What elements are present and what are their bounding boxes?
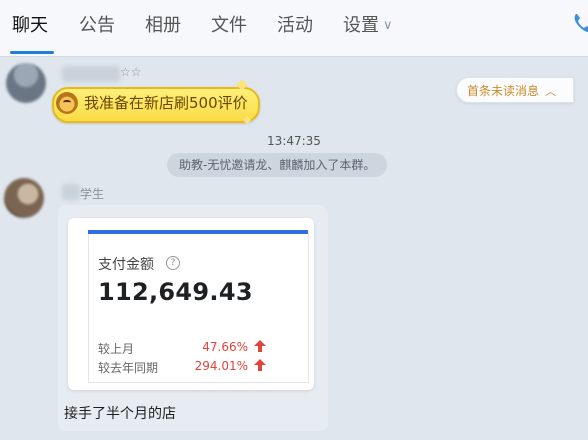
chevron-down-icon: ∨: [383, 18, 393, 33]
chat-area: ☆☆ 我准备在新店刷500评价 首条未读消息 ︿ 13:47:35 助教-无忧邀请…: [0, 57, 588, 440]
sender-name-suffix: 学生: [80, 187, 105, 201]
sender-name-redacted: [62, 184, 80, 200]
message-text: 我准备在新店刷500评价: [84, 94, 248, 112]
up-arrow-icon: [254, 340, 266, 355]
payment-label: 支付金额: [98, 257, 154, 273]
avatar[interactable]: [6, 63, 46, 103]
mascot-icon: [56, 92, 78, 114]
highlighted-message-bubble[interactable]: 我准备在新店刷500评价: [52, 87, 260, 123]
comparison-label: 较去年同期: [98, 361, 159, 375]
comparison-label: 较上月: [98, 342, 135, 356]
chevron-up-icon: ︿: [545, 85, 557, 98]
comparison-value: 294.01%: [194, 359, 248, 373]
help-icon: ?: [166, 256, 180, 270]
comparison-row: 较上月 47.66%: [98, 340, 266, 357]
unread-label: 首条未读消息: [467, 84, 540, 98]
sender-name-suffix: ☆☆: [120, 65, 142, 79]
image-message-bubble[interactable]: 支付金额 ? 112,649.43 较上月 47.66% 较去年同期 294.0…: [58, 205, 328, 431]
tab-announcement[interactable]: 公告: [79, 14, 115, 38]
tab-settings-label: 设置: [343, 15, 379, 36]
message-caption: 接手了半个月的店: [64, 406, 176, 422]
phone-icon[interactable]: [572, 12, 588, 38]
first-unread-button[interactable]: 首条未读消息 ︿: [456, 77, 574, 103]
payment-screenshot: 支付金额 ? 112,649.43 较上月 47.66% 较去年同期 294.0…: [68, 218, 314, 390]
tab-album[interactable]: 相册: [145, 14, 181, 38]
avatar[interactable]: [4, 178, 44, 218]
sender-name-redacted: [62, 66, 120, 82]
comparison-value: 47.66%: [202, 340, 248, 354]
payment-amount: 112,649.43: [98, 278, 253, 306]
system-notice: 助教-无忧邀请龙、麒麟加入了本群。: [167, 153, 388, 177]
tab-bar: 聊天 公告 相册 文件 活动 设置 ∨: [0, 0, 588, 57]
tab-chat[interactable]: 聊天: [12, 14, 48, 38]
comparison-row: 较去年同期 294.01%: [98, 359, 266, 376]
tab-settings[interactable]: 设置 ∨: [343, 14, 393, 38]
up-arrow-icon: [254, 359, 266, 374]
tab-files[interactable]: 文件: [211, 14, 247, 38]
message-timestamp: 13:47:35: [267, 134, 321, 148]
tab-activity[interactable]: 活动: [277, 14, 313, 38]
active-tab-indicator: [10, 51, 54, 54]
